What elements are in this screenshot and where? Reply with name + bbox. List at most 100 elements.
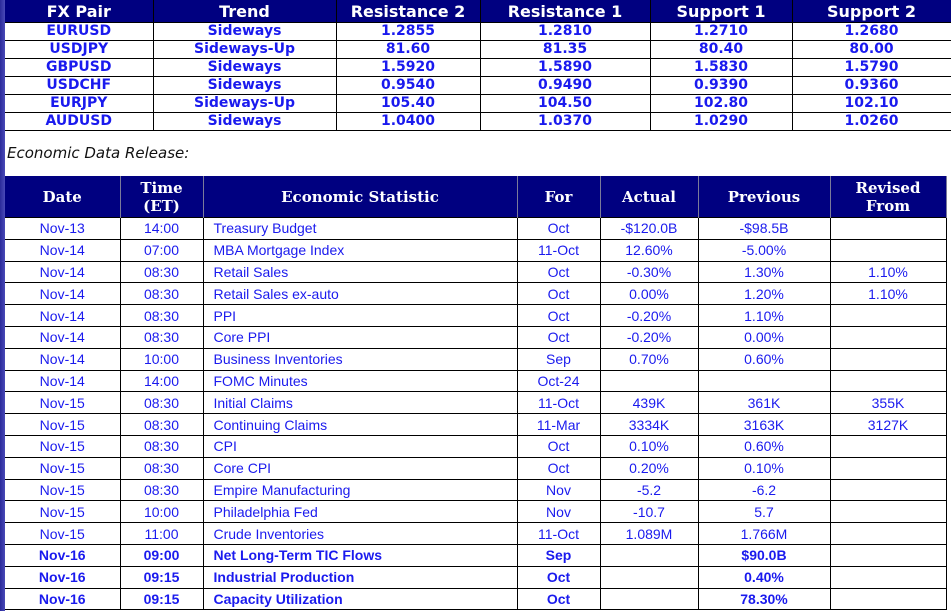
econ-header-row: Date Time (ET) Economic Statistic For Act… — [5, 176, 947, 218]
date-cell: Nov-15 — [5, 456, 121, 480]
econ-header-date: Date — [5, 176, 121, 218]
date-cell: Nov-15 — [5, 478, 121, 502]
econ-row: Nov-16 09:00 Net Long-Term TIC Flows Sep $90… — [5, 543, 947, 567]
previous-cell — [697, 369, 831, 393]
fx-pair-cell: USDJPY — [5, 40, 154, 59]
support-2-cell: 102.10 — [791, 94, 951, 113]
econ-row: Nov-14 08:30 Retail Sales ex-auto Oct 0.00% 1… — [5, 282, 947, 306]
fx-header-support-2: Support 2 — [792, 0, 951, 23]
statistic-cell: FOMC Minutes — [202, 369, 518, 393]
support-1-cell: 1.2710 — [649, 22, 793, 41]
resistance-1-cell: 104.50 — [479, 94, 651, 113]
trend-cell: Sideways-Up — [152, 40, 337, 59]
actual-cell — [599, 587, 699, 611]
econ-row: Nov-14 07:00 MBA Mortgage Index 11-Oct 12.60… — [5, 238, 947, 262]
revised-cell — [829, 456, 947, 480]
previous-cell: 1.30% — [697, 260, 831, 284]
revised-cell: 1.10% — [829, 282, 947, 306]
actual-cell — [599, 543, 699, 567]
statistic-cell: PPI — [202, 304, 518, 327]
support-1-cell: 0.9390 — [649, 76, 793, 95]
econ-header-previous: Previous — [698, 176, 831, 218]
fx-pair-cell: EURUSD — [5, 22, 154, 41]
econ-header-time: Time (ET) — [120, 176, 204, 218]
for-cell: Oct — [516, 217, 601, 240]
time-cell: 11:00 — [119, 522, 204, 545]
econ-row: Nov-15 08:30 Empire Manufacturing Nov -5.2 -6… — [5, 478, 947, 502]
time-cell: 08:30 — [119, 478, 204, 502]
support-1-cell: 80.40 — [649, 40, 793, 59]
date-cell: Nov-14 — [5, 304, 121, 327]
econ-row: Nov-15 08:30 CPI Oct 0.10% 0.60% — [5, 434, 947, 458]
econ-row: Nov-14 08:30 Core PPI Oct -0.20% 0.00% — [5, 325, 947, 349]
statistic-cell: Crude Inventories — [202, 522, 518, 545]
econ-row: Nov-14 08:30 PPI Oct -0.20% 1.10% — [5, 304, 947, 327]
econ-row: Nov-15 08:30 Initial Claims 11-Oct 439K 361K 3… — [5, 391, 947, 415]
date-cell: Nov-15 — [5, 391, 121, 415]
date-cell: Nov-14 — [5, 347, 121, 371]
resistance-1-cell: 0.9490 — [479, 76, 651, 95]
time-cell: 14:00 — [119, 369, 204, 393]
date-cell: Nov-14 — [5, 369, 121, 393]
revised-cell — [829, 565, 947, 589]
revised-cell — [829, 587, 947, 611]
econ-header-time-line1: Time — [140, 178, 183, 197]
econ-header-revised-line2: From — [865, 196, 911, 215]
previous-cell: $90.0B — [697, 543, 831, 567]
statistic-cell: Industrial Production — [202, 565, 518, 589]
time-cell: 08:30 — [119, 304, 204, 327]
previous-cell: -$98.5B — [697, 217, 831, 240]
for-cell: 11-Oct — [516, 238, 601, 262]
revised-cell — [829, 500, 947, 524]
econ-header-time-line2: (ET) — [143, 196, 180, 215]
statistic-cell: Initial Claims — [202, 391, 518, 415]
support-2-cell: 1.2680 — [791, 22, 951, 41]
actual-cell — [599, 369, 699, 393]
trend-cell: Sideways — [152, 76, 337, 95]
econ-row: Nov-15 08:30 Core CPI Oct 0.20% 0.10% — [5, 456, 947, 480]
previous-cell: -5.00% — [697, 238, 831, 262]
time-cell: 08:30 — [119, 260, 204, 284]
time-cell: 08:30 — [119, 413, 204, 436]
statistic-cell: Treasury Budget — [202, 217, 518, 240]
for-cell: Oct — [516, 587, 601, 611]
time-cell: 08:30 — [119, 325, 204, 349]
date-cell: Nov-14 — [5, 325, 121, 349]
time-cell: 10:00 — [119, 500, 204, 524]
actual-cell: -5.2 — [599, 478, 699, 502]
revised-cell — [829, 369, 947, 393]
trend-cell: Sideways — [152, 58, 337, 77]
resistance-2-cell: 1.5920 — [335, 58, 481, 77]
econ-row: Nov-15 08:30 Continuing Claims 11-Mar 3334K 3… — [5, 413, 947, 436]
statistic-cell: CPI — [202, 434, 518, 458]
date-cell: Nov-16 — [5, 565, 121, 589]
for-cell: Nov — [516, 500, 601, 524]
previous-cell: 3163K — [697, 413, 831, 436]
previous-cell: 361K — [697, 391, 831, 415]
revised-cell: 3127K — [829, 413, 947, 436]
previous-cell: 5.7 — [697, 500, 831, 524]
econ-row: Nov-16 09:15 Industrial Production Oct 0.40% — [5, 565, 947, 589]
fx-pair-cell: AUDUSD — [5, 112, 154, 131]
resistance-2-cell: 105.40 — [335, 94, 481, 113]
fx-header-resistance-2: Resistance 2 — [336, 0, 481, 23]
for-cell: Nov — [516, 478, 601, 502]
economic-data-caption: Economic Data Release: — [7, 144, 190, 162]
date-cell: Nov-15 — [5, 413, 121, 436]
fx-row: USDCHF Sideways 0.9540 0.9490 0.9390 0.9360 — [5, 76, 951, 95]
time-cell: 08:30 — [119, 456, 204, 480]
date-cell: Nov-15 — [5, 522, 121, 545]
time-cell: 09:00 — [119, 543, 204, 567]
actual-cell: 0.10% — [599, 434, 699, 458]
statistic-cell: Net Long-Term TIC Flows — [202, 543, 518, 567]
actual-cell: 12.60% — [599, 238, 699, 262]
actual-cell: 1.089M — [599, 522, 699, 545]
fx-header-support-1: Support 1 — [650, 0, 793, 23]
actual-cell: -$120.0B — [599, 217, 699, 240]
econ-row: Nov-16 09:15 Capacity Utilization Oct 78.30% — [5, 587, 947, 611]
statistic-cell: Philadelphia Fed — [202, 500, 518, 524]
support-2-cell: 80.00 — [791, 40, 951, 59]
econ-row: Nov-15 10:00 Philadelphia Fed Nov -10.7 5.7 — [5, 500, 947, 524]
actual-cell: -0.20% — [599, 325, 699, 349]
revised-cell: 355K — [829, 391, 947, 415]
